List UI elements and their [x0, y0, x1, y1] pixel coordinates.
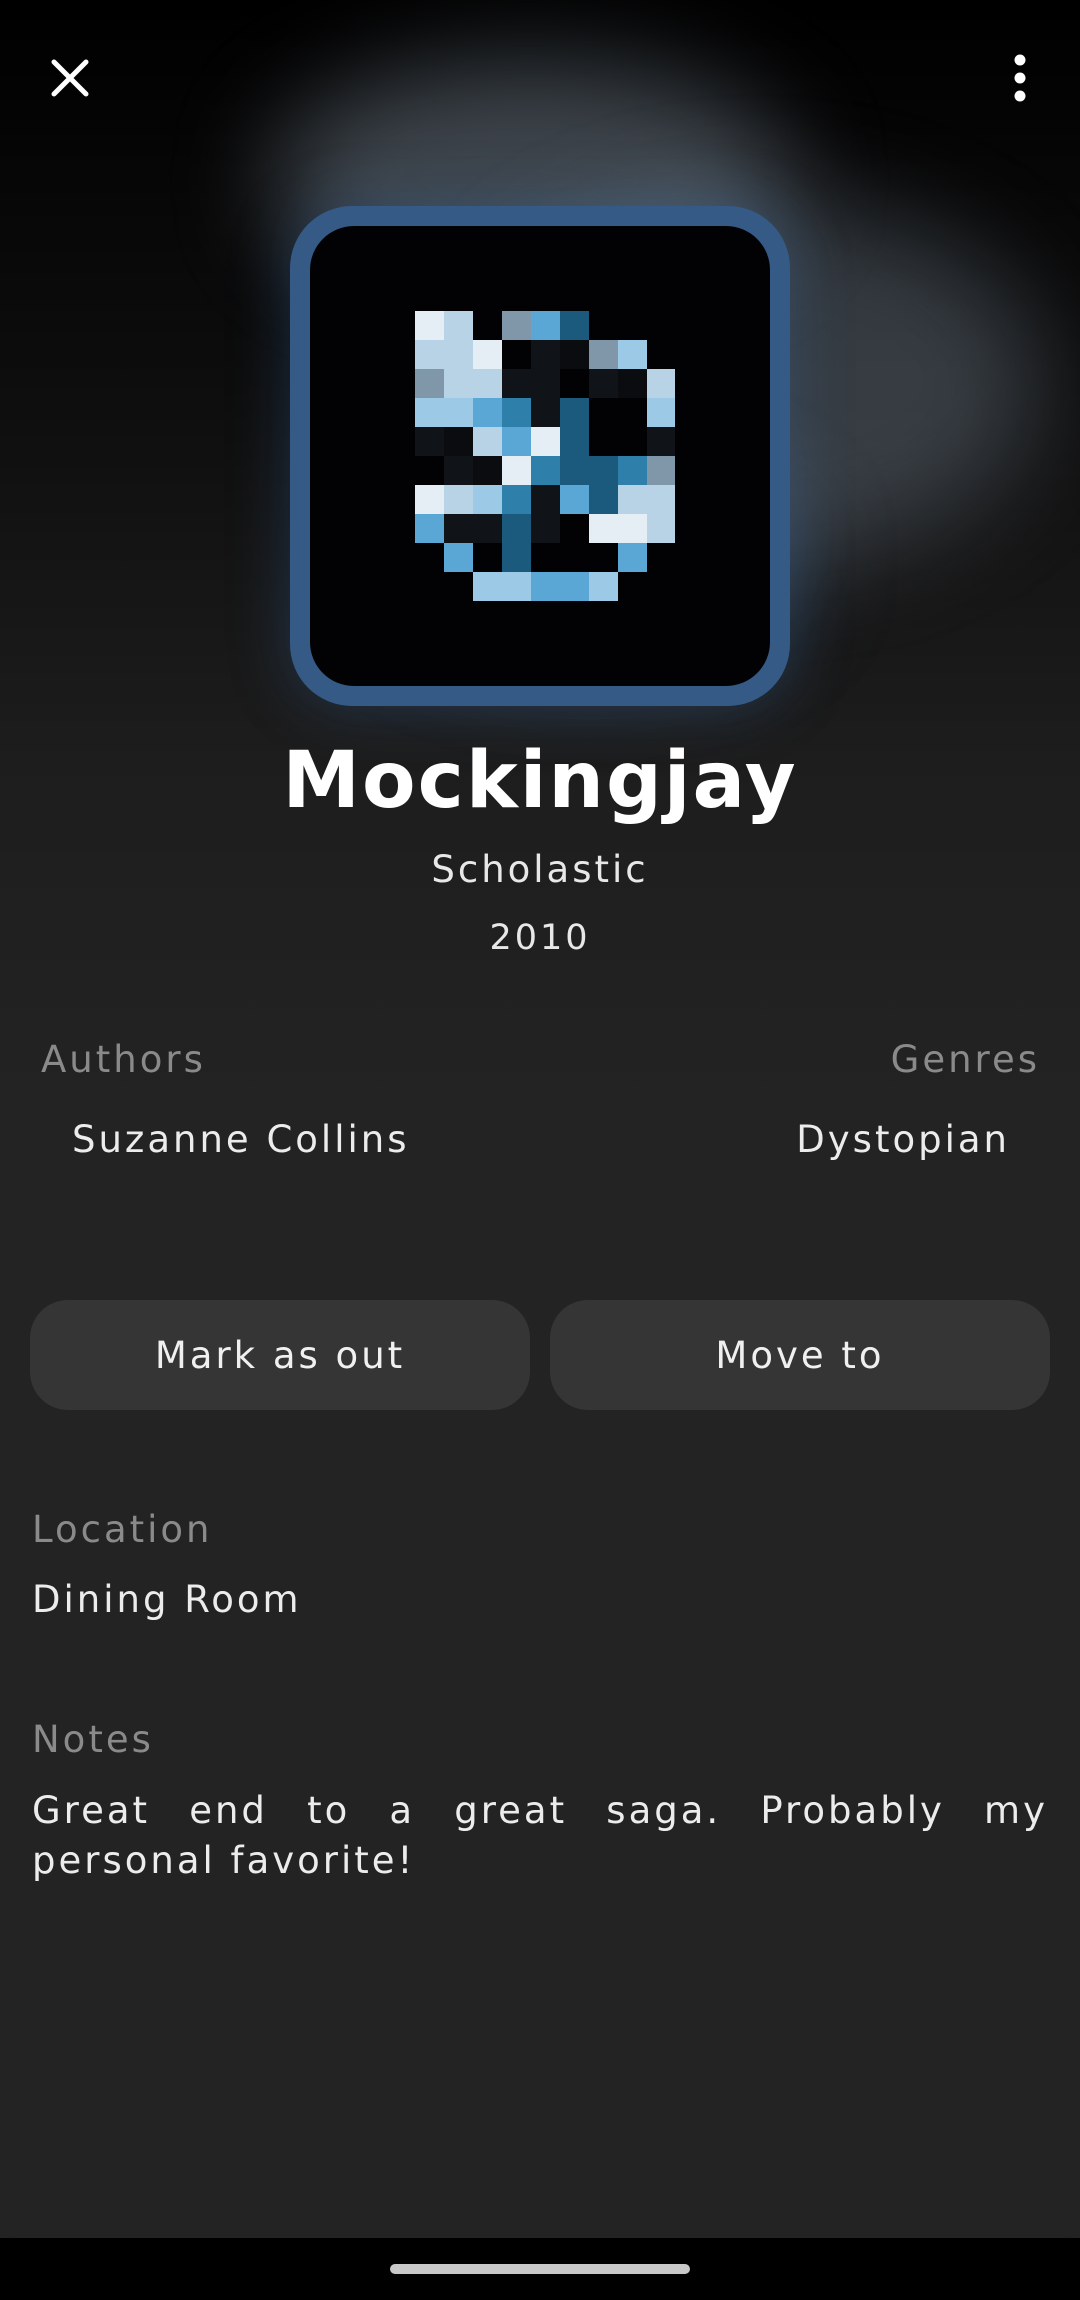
book-cover-image [310, 226, 770, 686]
home-indicator[interactable] [390, 2264, 690, 2274]
book-publisher: Scholastic [431, 848, 649, 891]
book-year: 2010 [489, 918, 591, 958]
move-to-button[interactable]: Move to [550, 1300, 1050, 1410]
mockingjay-logo-image [415, 311, 675, 601]
location-label: Location [32, 1508, 213, 1551]
genre-chip[interactable]: Dystopian [796, 1118, 1010, 1161]
authors-label: Authors [41, 1038, 206, 1081]
book-detail-screen: Mockingjay Scholastic 2010 Authors Genre… [0, 0, 1080, 2300]
close-icon [51, 59, 89, 97]
more-vert-icon [1014, 54, 1026, 102]
notes-value: Great end to a great saga. Probably my p… [32, 1789, 1048, 1882]
mark-as-out-button[interactable]: Mark as out [30, 1300, 530, 1410]
close-button[interactable] [38, 46, 102, 110]
sheet-edge [0, 2200, 1080, 2240]
author-chip[interactable]: Suzanne Collins [72, 1118, 410, 1161]
location-value: Dining Room [32, 1578, 302, 1621]
book-cover [290, 206, 790, 706]
more-options-button[interactable] [990, 46, 1050, 110]
notes-label: Notes [32, 1718, 154, 1761]
book-title: Mockingjay [282, 736, 798, 826]
genres-label: Genres [890, 1038, 1040, 1081]
